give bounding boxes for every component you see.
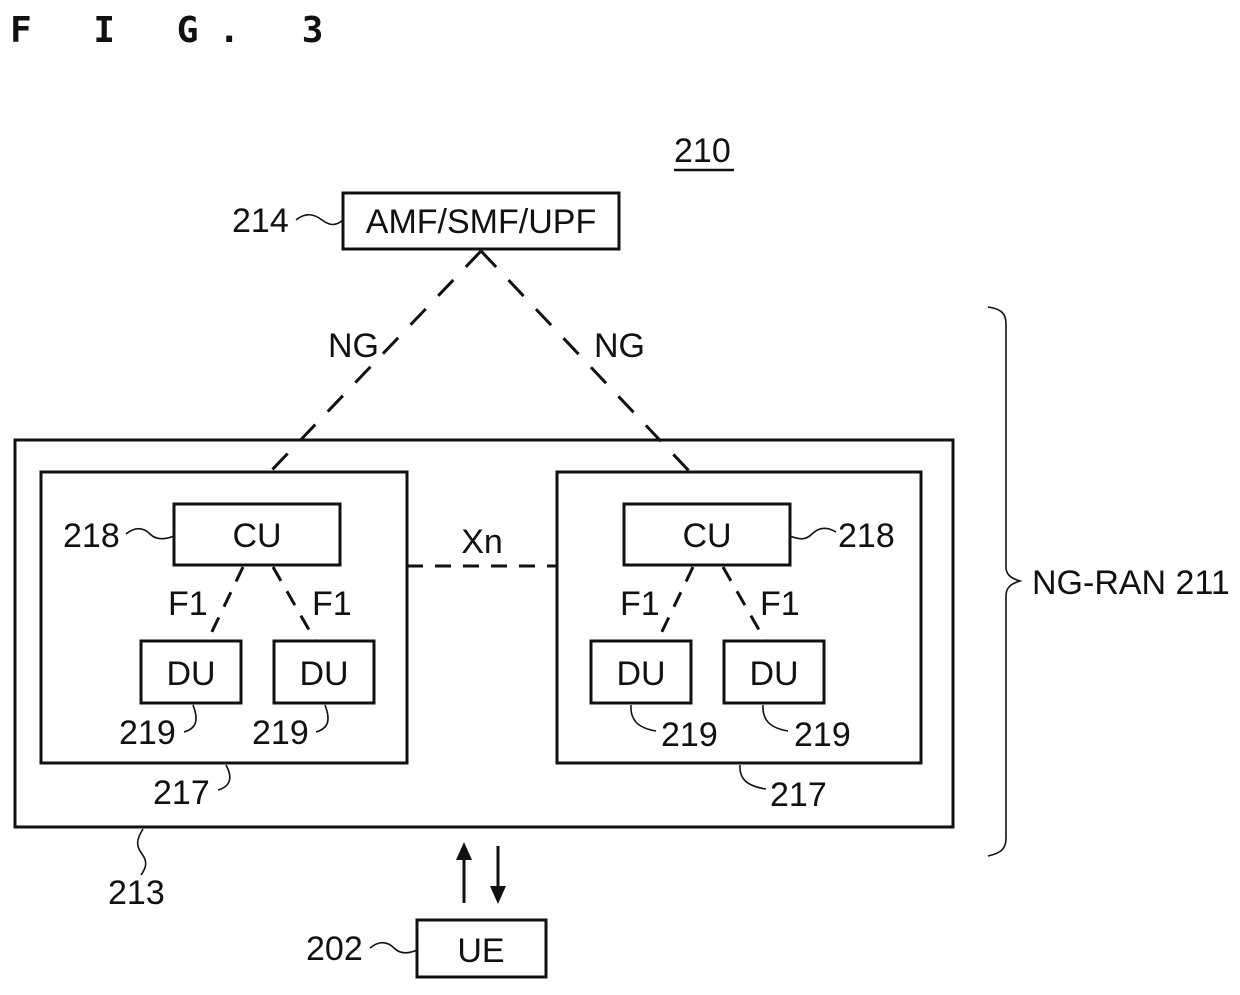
- f1-left-a-label: F1: [168, 585, 208, 623]
- ue-label: UE: [457, 932, 504, 970]
- du-right-a-ref: 219: [661, 716, 718, 754]
- ng-ran-frame-ref: 213: [108, 874, 165, 912]
- du-left-b-label: DU: [299, 655, 348, 693]
- gnb-right-leader-line: [739, 764, 767, 790]
- ue-ref-label: 202: [306, 930, 363, 968]
- f1-right-a-label: F1: [620, 585, 660, 623]
- xn-label: Xn: [461, 523, 503, 561]
- gnb-left-leader-line: [217, 764, 231, 791]
- du-right-b-label: DU: [749, 655, 798, 693]
- ng-right-label: NG: [594, 327, 645, 365]
- du-right-a-label: DU: [616, 655, 665, 693]
- f1-left-b-label: F1: [312, 585, 352, 623]
- figure-title: F I G. 3: [10, 10, 343, 51]
- ng-ran-frame-leader-line: [136, 828, 147, 876]
- core-leader-line: [295, 213, 344, 226]
- ue-leader-line: [369, 941, 418, 954]
- du-left-a-label: DU: [166, 655, 215, 693]
- system-ref-label: 210: [674, 132, 731, 170]
- gnb-right-ref: 217: [770, 776, 827, 814]
- ng-ran-bracket-label: NG-RAN 211: [1032, 564, 1230, 602]
- du-left-a-ref: 219: [119, 714, 176, 752]
- core-network-label: AMF/SMF/UPF: [366, 203, 596, 241]
- downlink-arrow-icon: [490, 846, 506, 904]
- network-architecture-diagram: F I G. 3 210 AMF/SMF/UPF 214 NG NG CU 21…: [10, 10, 1230, 979]
- core-ref-label: 214: [232, 202, 289, 240]
- ng-left-label: NG: [328, 327, 379, 365]
- du-right-b-ref: 219: [794, 716, 851, 754]
- gnb-left-ref: 217: [153, 774, 210, 812]
- cu-left-label: CU: [232, 517, 281, 555]
- cu-left-ref: 218: [63, 517, 120, 555]
- ng-ran-bracket: [987, 306, 1023, 857]
- cu-right-label: CU: [682, 517, 731, 555]
- f1-right-b-label: F1: [760, 585, 800, 623]
- cu-right-ref: 218: [838, 517, 895, 555]
- du-left-b-ref: 219: [252, 714, 309, 752]
- uplink-arrow-icon: [456, 842, 472, 903]
